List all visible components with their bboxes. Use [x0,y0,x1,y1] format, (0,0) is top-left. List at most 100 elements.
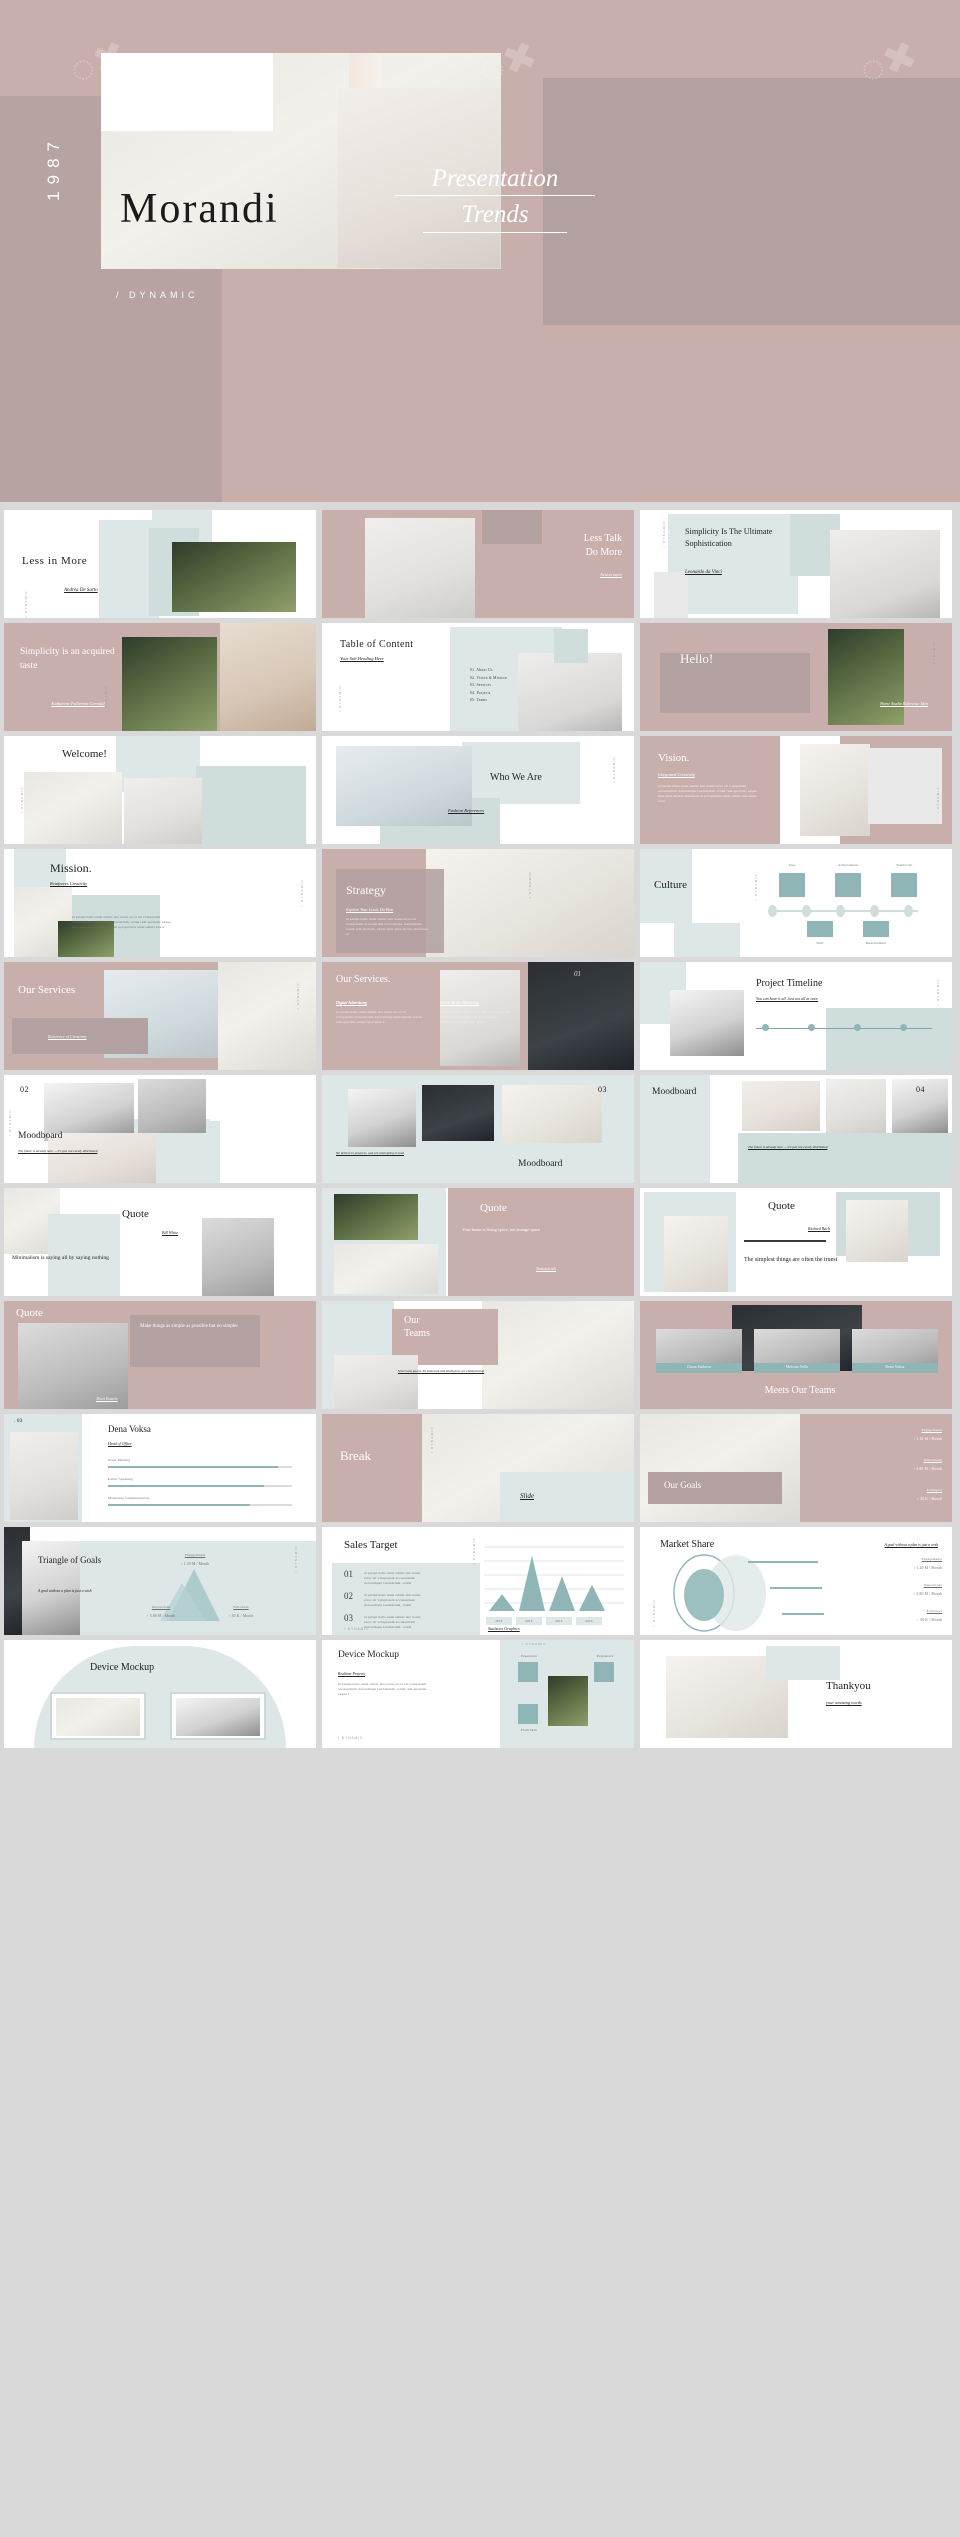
toc-item[interactable]: 04. Projects [470,690,507,698]
slide-title: Break [340,1448,372,1463]
slide-photo [334,1194,418,1240]
slide-vertical-label: / DYNAMIC [8,1109,12,1137]
bar-tick-label: 2014 [546,1617,572,1625]
slide-thumbnail[interactable]: Our Goals Engagements ↑ 1.20 M / Month Inte… [640,1414,952,1522]
slide-subtitle: Realtime Projects [338,1672,365,1676]
slide-body-text: ut perspiciatis unde omnis iste natus er… [338,1682,427,1697]
slide-thumbnail[interactable]: Simplicity Is The Ultimate Sophisticatio… [640,510,952,618]
slide-thumbnail[interactable]: Vision. Integrated Creativity ut perspicia… [640,736,952,844]
slide-thumbnail[interactable]: Less in More Andrea De Sarto / DYNAMIC [4,510,316,618]
slide-vertical-label: / DYNAMIC [936,978,940,1006]
slide-photo [846,1200,908,1262]
slide-title: Quote [16,1307,43,1319]
slide-subtitle: Action more [600,572,622,577]
slide-subtitle: Slide [520,1492,534,1500]
slide-thumbnail[interactable]: Quote Make things as simple as possible b… [4,1301,316,1409]
slide-subtitle: Head of Office [108,1441,132,1446]
slide-thumbnail[interactable]: Quote Bill White Minimalism is saying all … [4,1188,316,1296]
slide-thumbnail[interactable]: Welcome! / DYNAMIC [4,736,316,844]
slide-thumbnail[interactable]: Our Services Reference of Creativity / DYN… [4,962,316,1070]
device-feature: Responsive [596,1654,614,1658]
slide-title: Triangle of Goals [38,1555,102,1565]
slide-vertical-label: / DYNAMIC [296,982,300,1010]
slide-title: Our Goals [664,1480,702,1490]
slide-thumbnail[interactable]: Market Share A goal without a plan is jus… [640,1527,952,1635]
timeline-line [768,910,918,912]
slide-vertical-label: / DYNAMIC [754,873,758,901]
slide-title: Culture [654,879,687,891]
culture-col-label: Measurement [865,941,887,945]
slide-thumbnail[interactable]: Our Services. Digital Advertising Social M… [322,962,634,1070]
toc-item[interactable]: 03. Services [470,682,507,690]
slide-thumbnail[interactable]: Quote Your home is living space, not stor… [322,1188,634,1296]
slide-thumbnail[interactable]: Our Teams Select wise pawns, hit teamwork … [322,1301,634,1409]
slide-photo [422,1085,494,1141]
slide-thumbnail[interactable]: Culture Idea Achievement Teamwork Skill Measu… [640,849,952,957]
slide-thumbnail[interactable]: . 03 Dena Voksa Head of Office Great Meetin… [4,1414,316,1522]
slide-title: Less in More [22,555,88,567]
slide-thumbnail[interactable]: Table of Content Your Sub Heading Here 01.… [322,623,634,731]
member-photo [852,1329,938,1367]
slide-photo [548,1676,588,1726]
stat-value: ↑ 1.20 M / Month [913,1566,942,1570]
slide-title: Table of Content [340,639,414,650]
hero-subtitle-line2: Trends [423,199,567,233]
slide-thumbnail[interactable]: Moodboard We believe in progress, and are… [322,1075,634,1183]
slide-thumbnail[interactable]: Mission. Reinforces Creativity ut perspici… [4,849,316,957]
skill-bar [108,1466,278,1468]
decor-block [654,572,688,618]
slide-thumbnail-grid: Less in More Andrea De Sarto / DYNAMIC Less… [0,510,960,1748]
slide-body-text: ut perspiciatis unde omnis iste natus er… [336,1010,422,1025]
slide-photo [24,772,122,844]
slide-photo [365,518,475,618]
slide-thumbnail[interactable]: Less Talk Do More Action more [322,510,634,618]
culture-col-label: Skill [816,941,824,945]
slide-thumbnail[interactable]: Break Slide / DYNAMIC [322,1414,634,1522]
stat-value: ↑ 3.80 M / Month [913,1592,942,1596]
slide-vertical-label: / DYNAMIC [24,590,28,618]
slide-title: Welcome! [62,748,107,760]
skill-bar [108,1485,264,1487]
slide-photo [336,746,472,826]
slide-title: Quote [122,1208,149,1220]
slide-thumbnail[interactable]: Diana Sarkova Melisaa Vella Dena Voksa Meet… [640,1301,952,1409]
stat-label: Interactions [923,1458,942,1462]
slide-title: Market Share [660,1539,715,1550]
slide-thumbnail[interactable]: Project Timeline You can have it all. Jus… [640,962,952,1070]
slide-thumbnail[interactable]: Device Mockup [4,1640,316,1748]
toc-item[interactable]: 05. Teams [470,697,507,705]
slide-body-text: ut perspiciatis unde omnis iste natus er… [72,915,171,930]
slide-body: Your home is living space, not storage s… [462,1227,541,1232]
decor-block [826,1008,952,1070]
slide-photo [664,1216,728,1292]
toc-item[interactable]: 01. About Us [470,667,507,675]
slide-number: . 03 [14,1418,23,1424]
slide-thumbnail[interactable]: Hello! Home Studio Reference Idea / DYNAMI… [640,623,952,731]
hero-subtitle: Presentation Trends [395,163,595,233]
slide-thumbnail[interactable]: Quote Richard Bach The simplest things are… [640,1188,952,1296]
slide-vertical-label: / DYNAMIC [20,786,24,814]
stat-value: ↑ 30 K / Month [228,1614,254,1618]
slide-photo [868,748,942,824]
slide-thumbnail[interactable]: Who We Are Fashion References / DYNAMIC [322,736,634,844]
bar-tick-label: 2016 [576,1617,602,1625]
slide-thumbnail[interactable]: Moodboard The future is already here — it… [640,1075,952,1183]
slide-photo [48,1133,156,1183]
divider [744,1240,826,1242]
slide-thumbnail[interactable]: Simplicity is an acquired taste Katharine… [4,623,316,731]
slide-subtitle: A goal without a plan is just a wish [38,1589,92,1593]
slide-thumbnail[interactable]: Sales Target 01 ut perspiciatis unde omnis… [322,1527,634,1635]
slide-thumbnail[interactable]: Thankyou your amazing words [640,1640,952,1748]
slide-tagline: / DYNAMIC [344,1627,370,1631]
slide-body-text: ut perspiciatis unde omnis iste natus er… [364,1615,421,1630]
slide-thumbnail[interactable]: Device Mockup Realtime Projects ut perspic… [322,1640,634,1748]
stat-value: ↑ 1.20 M / Month [180,1562,210,1566]
toc-item[interactable]: 02. Vision & Mission [470,675,507,683]
slide-thumbnail[interactable]: Triangle of Goals A goal without a plan i… [4,1527,316,1635]
sales-row-number: 03 [344,1613,353,1623]
slide-title: Hello! [680,651,714,666]
slide-title: Our Teams [404,1315,430,1339]
slide-thumbnail[interactable]: Strategy Explore Your Limit, Do Best ut pe… [322,849,634,957]
slide-thumbnail[interactable]: Moodboard The future is already here — it… [4,1075,316,1183]
slide-body: Make things as simple as possible but no… [140,1324,239,1329]
